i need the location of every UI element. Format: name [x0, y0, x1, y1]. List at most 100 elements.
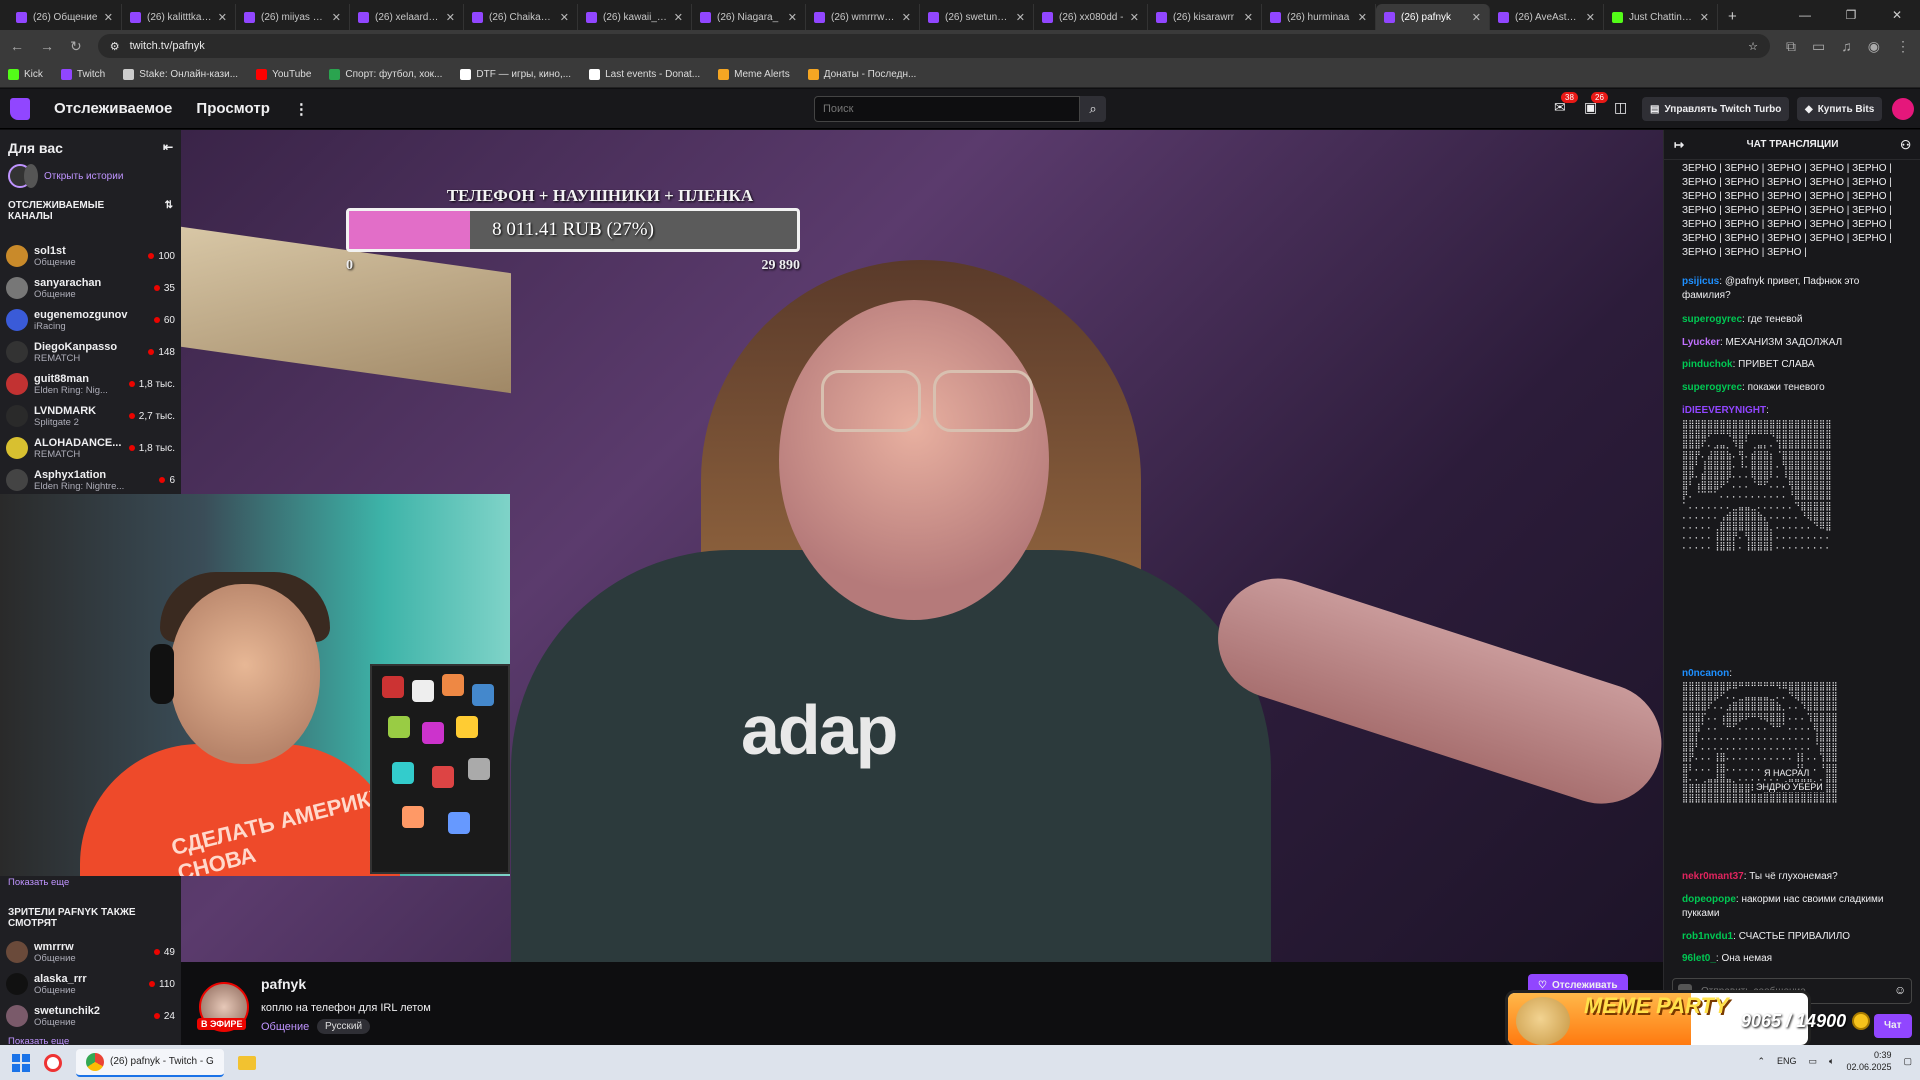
chat-username[interactable]: superogyrec	[1682, 314, 1742, 325]
nav-more-icon[interactable]: ⋮	[294, 100, 309, 118]
browser-tab[interactable]: (26) kawaii_ink ✕	[578, 4, 692, 30]
tray-chevron-icon[interactable]: ⌃	[1757, 1056, 1765, 1067]
stream-tag[interactable]: Русский	[317, 1019, 371, 1034]
menu-icon[interactable]: ⋮	[1896, 38, 1910, 55]
close-tab-icon[interactable]: ✕	[788, 11, 797, 24]
channel-name[interactable]: pafnyk	[261, 976, 306, 992]
reload-icon[interactable]: ↻	[70, 38, 82, 55]
nav-browse[interactable]: Просмотр	[196, 100, 269, 117]
close-tab-icon[interactable]: ✕	[1016, 11, 1025, 24]
browser-tab[interactable]: (26) pafnyk ✕	[1376, 4, 1490, 30]
stories-row[interactable]: Открыть истории	[0, 162, 181, 196]
browser-tab[interactable]: (26) xx080dd - ✕	[1034, 4, 1148, 30]
chat-send-button[interactable]: Чат	[1874, 1014, 1912, 1038]
close-tab-icon[interactable]: ✕	[1358, 11, 1367, 24]
network-icon[interactable]: ▭	[1809, 1056, 1818, 1067]
bookmark-item[interactable]: YouTube	[256, 69, 311, 80]
close-tab-icon[interactable]: ✕	[902, 11, 911, 24]
collapse-chat-icon[interactable]: ↦	[1674, 130, 1684, 160]
close-tab-icon[interactable]: ✕	[1472, 11, 1481, 24]
chat-username[interactable]: rob1nvdu1	[1682, 931, 1733, 942]
sort-icon[interactable]: ⇅	[165, 200, 173, 222]
chat-username[interactable]: 96let0_	[1682, 953, 1716, 964]
close-tab-icon[interactable]: ✕	[1700, 11, 1709, 24]
bookmark-item[interactable]: Kick	[8, 69, 43, 80]
chat-users-icon[interactable]: ⚇	[1900, 130, 1911, 160]
chat-username[interactable]: Lyucker	[1682, 337, 1720, 348]
sidebar-channel[interactable]: ALOHADANCE... REMATCH 1,8 тыс.	[0, 432, 181, 464]
browser-tab[interactable]: (26) Общение ✕	[8, 4, 122, 30]
browser-tab[interactable]: (26) kalitttka - T ✕	[122, 4, 236, 30]
bookmark-item[interactable]: DTF — игры, кино,...	[460, 69, 571, 80]
sidebar-channel[interactable]: sol1st Общение 100	[0, 240, 181, 272]
browser-tab[interactable]: (26) miiyas - Tw ✕	[236, 4, 350, 30]
chat-username[interactable]: superogyrec	[1682, 382, 1742, 393]
volume-icon[interactable]: 🔈︎	[1829, 1056, 1834, 1067]
browser-tab[interactable]: (26) ChaikaRock ✕	[464, 4, 578, 30]
maximize-icon[interactable]: ❐	[1828, 0, 1874, 30]
sidebar-channel[interactable]: DiegoKanpasso REMATCH 148	[0, 336, 181, 368]
windows-start-icon[interactable]	[12, 1053, 30, 1072]
chat-username[interactable]: n0ncanon	[1682, 668, 1729, 679]
sidebar-channel[interactable]: eugenemozgunov iRacing 60	[0, 304, 181, 336]
twitch-logo-icon[interactable]	[10, 97, 30, 120]
bookmark-item[interactable]: Meme Alerts	[718, 69, 790, 80]
chat-username[interactable]: iDIEEVERYNIGHT	[1682, 405, 1766, 416]
close-tab-icon[interactable]: ✕	[218, 11, 227, 24]
browser-tab[interactable]: (26) hurminaa ✕	[1262, 4, 1376, 30]
url-field[interactable]: ⚙ twitch.tv/pafnyk ☆	[97, 34, 1771, 58]
sidebar-channel[interactable]: sanyarachan Общение 35	[0, 272, 181, 304]
bookmark-item[interactable]: Last events - Donat...	[589, 69, 700, 80]
chat-username[interactable]: dopeopope	[1682, 894, 1736, 905]
notifications-center-icon[interactable]: ▢	[1903, 1056, 1912, 1067]
bookmark-star-icon[interactable]: ☆	[1748, 40, 1758, 53]
sidebar-channel[interactable]: Asphyx1ation Elden Ring: Nightre... 6	[0, 464, 181, 496]
chat-username[interactable]: pinduchok	[1682, 359, 1733, 370]
browser-tab[interactable]: (26) AveAstra_ ✕	[1490, 4, 1604, 30]
bookmark-item[interactable]: Спорт: футбол, хок...	[329, 69, 442, 80]
sidebar-channel[interactable]: alaska_rrr Общение 110	[0, 968, 181, 1000]
sidebar-channel[interactable]: wmrrrw Общение 49	[0, 936, 181, 968]
minimize-icon[interactable]: —	[1782, 0, 1828, 30]
chat-username[interactable]: nekr0mant37	[1682, 871, 1744, 882]
nav-following[interactable]: Отслеживаемое	[54, 100, 172, 117]
search-icon[interactable]: ⌕	[1080, 96, 1106, 122]
sidepanel-icon[interactable]: ▭	[1812, 38, 1825, 55]
chat-username[interactable]: psijicus	[1682, 276, 1719, 287]
close-tab-icon[interactable]: ✕	[104, 11, 113, 24]
bookmark-item[interactable]: Stake: Онлайн-кази...	[123, 69, 238, 80]
browser-tab[interactable]: (26) xelaardnas ✕	[350, 4, 464, 30]
close-tab-icon[interactable]: ✕	[1586, 11, 1595, 24]
buy-bits-button[interactable]: ◆ Купить Bits	[1797, 97, 1883, 121]
language-indicator[interactable]: ENG	[1777, 1056, 1797, 1066]
browser-tab[interactable]: (26) Niagara_ ✕	[692, 4, 806, 30]
taskbar-chrome-app[interactable]: (26) pafnyk - Twitch - G	[76, 1048, 224, 1077]
media-icon[interactable]: ♫	[1841, 38, 1852, 54]
close-tab-icon[interactable]: ✕	[1244, 11, 1253, 24]
bookmark-item[interactable]: Донаты - Последн...	[807, 69, 916, 80]
profile-icon[interactable]: ◉	[1868, 38, 1880, 55]
close-tab-icon[interactable]: ✕	[560, 11, 569, 24]
show-more-link[interactable]: Показать еще	[8, 877, 69, 888]
browser-tab[interactable]: (26) kisarawrr ✕	[1148, 4, 1262, 30]
collapse-sidebar-icon[interactable]: ⇤	[163, 140, 173, 154]
bookmark-item[interactable]: Twitch	[60, 69, 105, 80]
turbo-button[interactable]: ▤ Управлять Twitch Turbo	[1642, 97, 1790, 121]
user-avatar[interactable]	[1892, 98, 1914, 120]
close-tab-icon[interactable]: ✕	[1130, 11, 1139, 24]
search-input[interactable]	[814, 96, 1080, 122]
browser-tab[interactable]: (26) wmrrrw - T ✕	[806, 4, 920, 30]
clock[interactable]: 0:39 02.06.2025	[1846, 1049, 1891, 1073]
whispers-icon[interactable]: ◫	[1614, 99, 1627, 116]
extensions-icon[interactable]: ⧉	[1786, 38, 1796, 55]
site-info-icon[interactable]: ⚙	[110, 40, 120, 53]
browser-tab[interactable]: Just Chatting St ✕	[1604, 4, 1718, 30]
stream-category[interactable]: Общение	[261, 1021, 309, 1033]
forward-icon[interactable]: →	[40, 38, 54, 54]
inbox-icon[interactable]: ✉ 38	[1554, 92, 1578, 116]
emote-picker-icon[interactable]: ☺	[1894, 983, 1906, 997]
close-tab-icon[interactable]: ✕	[674, 11, 683, 24]
notifications-icon[interactable]: ▣ 26	[1584, 92, 1608, 116]
close-tab-icon[interactable]: ✕	[446, 11, 455, 24]
browser-tab[interactable]: (26) swetunchik ✕	[920, 4, 1034, 30]
